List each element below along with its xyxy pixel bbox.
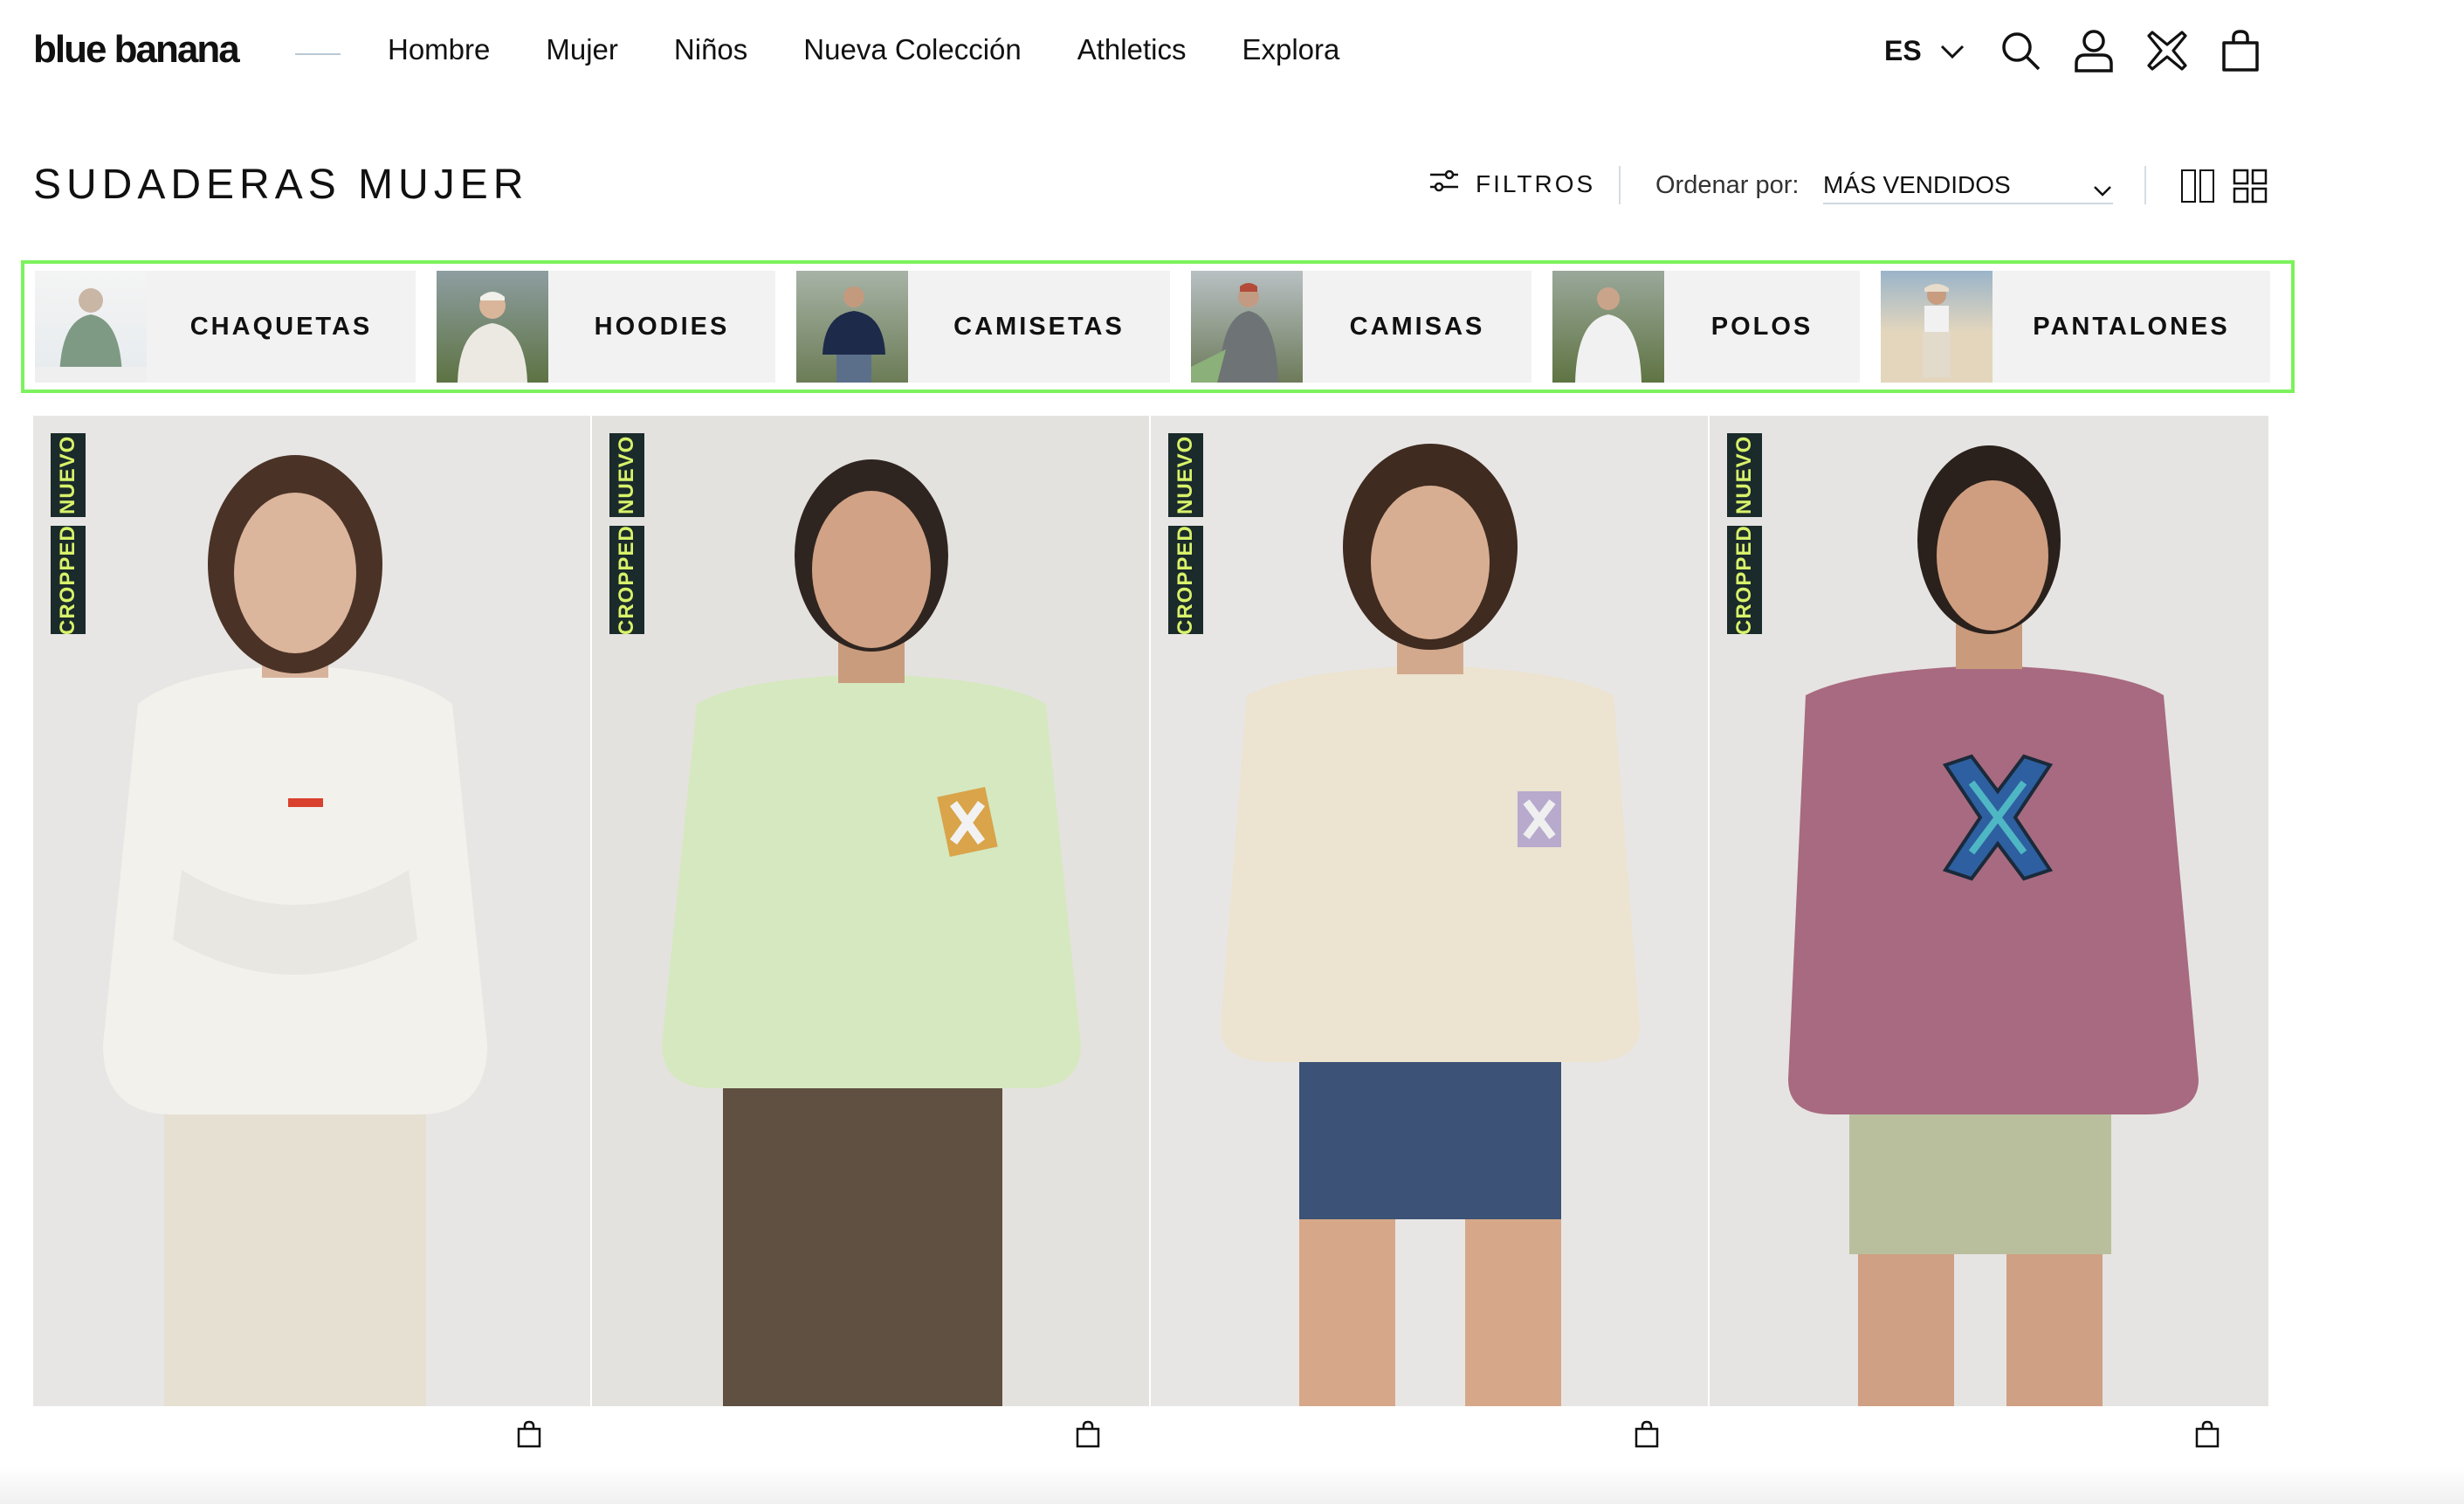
badge-nuevo: NUEVO: [1727, 433, 1762, 517]
language-selector[interactable]: ES: [1884, 35, 1965, 67]
cart-icon[interactable]: [2216, 26, 2265, 75]
main-nav: Hombre Mujer Niños Nueva Colección Athle…: [388, 33, 1339, 66]
chevron-down-icon: [2092, 171, 2113, 204]
category-label: POLOS: [1710, 312, 1814, 341]
category-thumbnail: [1191, 271, 1303, 383]
filters-label: FILTROS: [1476, 169, 1596, 197]
category-chaquetas[interactable]: CHAQUETAS: [35, 271, 416, 383]
category-thumbnail: [1881, 271, 1993, 383]
toolbar-divider: [1619, 166, 1621, 204]
category-thumbnail: [1552, 271, 1664, 383]
badge-cropped: CROPPED: [1168, 525, 1203, 635]
product-badges: NUEVO CROPPED: [1168, 433, 1203, 635]
sort-label: Ordenar por:: [1655, 171, 1800, 199]
nav-item-athletics[interactable]: Athletics: [1077, 33, 1187, 66]
nav-item-hombre[interactable]: Hombre: [388, 33, 490, 66]
badge-cropped: CROPPED: [1727, 525, 1762, 635]
product-card[interactable]: NUEVO CROPPED: [592, 416, 1151, 1504]
product-card[interactable]: NUEVO CROPPED: [1710, 416, 2268, 1504]
category-label: CAMISAS: [1349, 312, 1485, 341]
product-image[interactable]: NUEVO CROPPED: [592, 416, 1149, 1406]
brand-logo[interactable]: blue banana: [33, 28, 240, 72]
category-label: HOODIES: [594, 312, 730, 341]
product-badges: NUEVO CROPPED: [51, 433, 86, 635]
category-thumbnail: [796, 271, 908, 383]
badge-cropped: CROPPED: [609, 525, 644, 635]
category-pantalones[interactable]: PANTALONES: [1881, 271, 2270, 383]
nav-item-ninos[interactable]: Niños: [674, 33, 747, 66]
brand-x-icon[interactable]: [2143, 26, 2192, 75]
badge-nuevo: NUEVO: [609, 433, 644, 517]
add-to-cart-icon[interactable]: [1629, 1417, 1664, 1452]
category-label: CAMISETAS: [953, 312, 1125, 341]
site-header: blue banana Hombre Mujer Niños Nueva Col…: [0, 0, 2464, 108]
category-thumbnail: [437, 271, 548, 383]
badge-nuevo: NUEVO: [51, 433, 86, 517]
product-badges: NUEVO CROPPED: [1727, 433, 1762, 635]
nav-item-nueva-coleccion[interactable]: Nueva Colección: [803, 33, 1021, 66]
two-column-view-icon[interactable]: [2179, 168, 2216, 204]
product-grid: NUEVO CROPPED NUEVO CROPPED NUEVO CROPPE…: [33, 416, 2268, 1504]
category-camisetas[interactable]: CAMISETAS: [796, 271, 1170, 383]
product-image[interactable]: NUEVO CROPPED: [1151, 416, 1708, 1406]
page-bottom-edge: [0, 1467, 2464, 1504]
page-title: SUDADERAS MUJER: [33, 162, 529, 208]
sort-value: MÁS VENDIDOS: [1823, 171, 2011, 198]
category-label: PANTALONES: [2033, 312, 2230, 341]
product-card[interactable]: NUEVO CROPPED: [1151, 416, 1710, 1504]
category-camisas[interactable]: CAMISAS: [1191, 271, 1531, 383]
toolbar-divider: [2144, 166, 2146, 204]
chevron-down-icon: [1939, 35, 1965, 67]
category-thumbnail: [35, 271, 147, 383]
product-image[interactable]: NUEVO CROPPED: [1710, 416, 2268, 1406]
add-to-cart-icon[interactable]: [1070, 1417, 1105, 1452]
add-to-cart-icon[interactable]: [2190, 1417, 2225, 1452]
category-polos[interactable]: POLOS: [1552, 271, 1860, 383]
four-column-view-icon[interactable]: [2232, 168, 2268, 204]
logo-divider: [295, 53, 341, 55]
category-label: CHAQUETAS: [189, 312, 373, 341]
category-hoodies[interactable]: HOODIES: [437, 271, 775, 383]
nav-item-mujer[interactable]: Mujer: [546, 33, 618, 66]
add-to-cart-icon[interactable]: [512, 1417, 547, 1452]
product-badges: NUEVO CROPPED: [609, 433, 644, 635]
category-carousel: CHAQUETAS HOODIES CAMISETAS CAMISAS POLO…: [21, 260, 2295, 393]
product-card[interactable]: NUEVO CROPPED: [33, 416, 592, 1504]
sliders-icon: [1428, 168, 1460, 200]
filters-button[interactable]: FILTROS: [1428, 168, 1595, 200]
product-image[interactable]: NUEVO CROPPED: [33, 416, 590, 1406]
nav-item-explora[interactable]: Explora: [1242, 33, 1339, 66]
sort-select[interactable]: MÁS VENDIDOS: [1823, 169, 2113, 204]
badge-nuevo: NUEVO: [1168, 433, 1203, 517]
language-code: ES: [1884, 35, 1922, 66]
search-icon[interactable]: [1996, 26, 2045, 75]
badge-cropped: CROPPED: [51, 525, 86, 635]
user-icon[interactable]: [2069, 26, 2118, 75]
